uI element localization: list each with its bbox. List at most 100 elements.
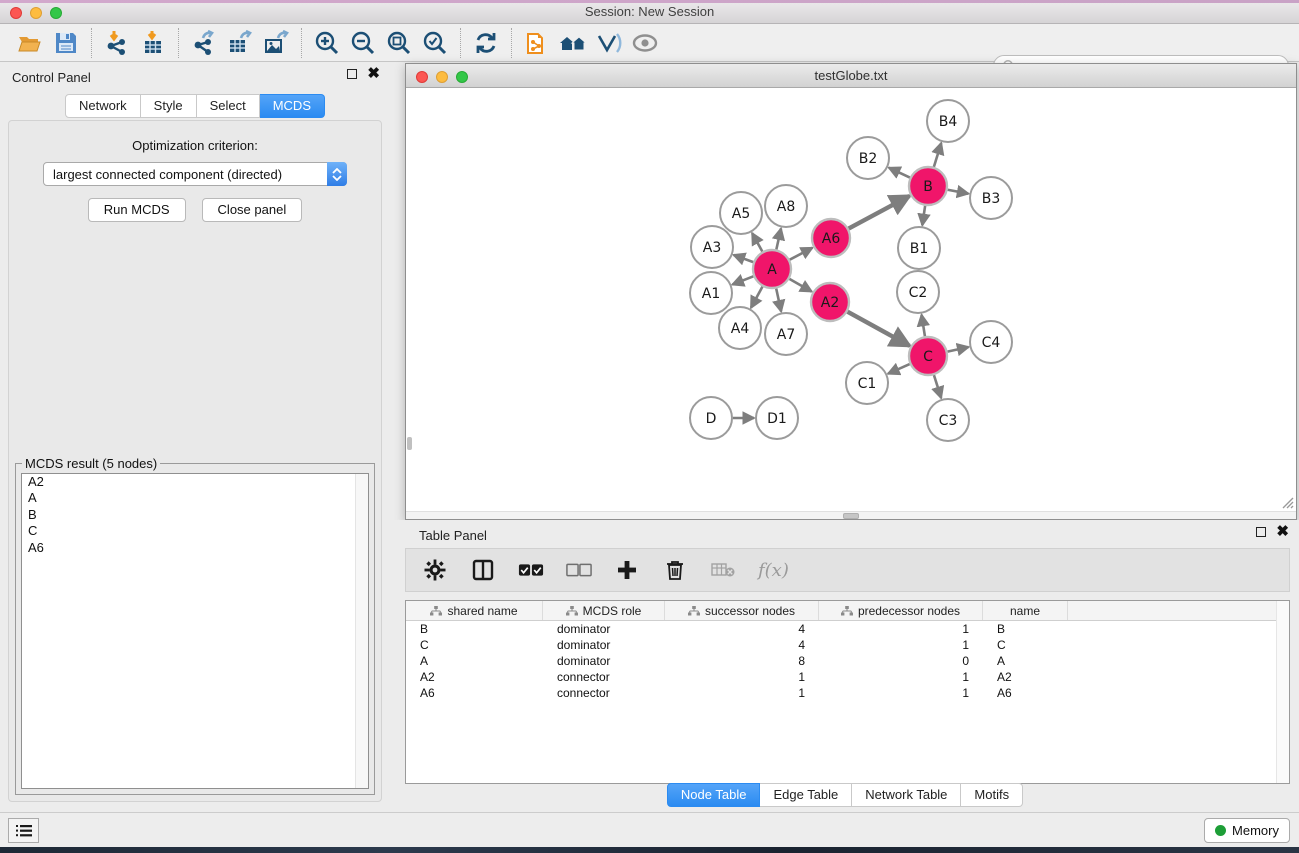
result-item[interactable]: A6: [22, 540, 368, 556]
settings-gear-icon[interactable]: [422, 557, 448, 583]
graph-edge-B-B4[interactable]: [934, 143, 941, 167]
cell-name[interactable]: C: [983, 638, 1068, 652]
home-icon[interactable]: [555, 27, 591, 59]
graph-edge-A-A4[interactable]: [751, 287, 762, 308]
cell-MCDS-role[interactable]: connector: [543, 670, 665, 684]
export-image-icon[interactable]: [258, 27, 294, 59]
table-row[interactable]: A6connector11A6: [406, 685, 1289, 701]
graph-edge-A6-B[interactable]: [849, 196, 910, 229]
graph-node-A4[interactable]: A4: [719, 307, 761, 349]
cell-predecessor-nodes[interactable]: 1: [819, 686, 983, 700]
graph-edge-C-C2[interactable]: [922, 315, 925, 337]
graph-node-C3[interactable]: C3: [927, 399, 969, 441]
graph-edge-B-B2[interactable]: [889, 168, 910, 178]
graph-edge-A-A7[interactable]: [776, 289, 781, 312]
cell-name[interactable]: B: [983, 622, 1068, 636]
cell-predecessor-nodes[interactable]: 1: [819, 670, 983, 684]
graph-edge-A-A3[interactable]: [734, 255, 754, 262]
zoom-out-icon[interactable]: [345, 27, 381, 59]
close-panel-button[interactable]: Close panel: [202, 198, 303, 222]
table-row[interactable]: Cdominator41C: [406, 637, 1289, 653]
column-header-predecessor-nodes[interactable]: predecessor nodes: [819, 601, 983, 620]
graph-node-C1[interactable]: C1: [846, 362, 888, 404]
hide-graphics-icon[interactable]: [591, 27, 627, 59]
cell-name[interactable]: A6: [983, 686, 1068, 700]
cell-shared-name[interactable]: A: [406, 654, 543, 668]
graph-edge-A2-C[interactable]: [848, 312, 910, 346]
graph-edge-A-A2[interactable]: [789, 279, 811, 292]
run-mcds-button[interactable]: Run MCDS: [88, 198, 186, 222]
graph-node-B[interactable]: B: [909, 167, 947, 205]
graph-node-B3[interactable]: B3: [970, 177, 1012, 219]
float-panel-icon[interactable]: [347, 69, 357, 79]
delete-column-icon[interactable]: [662, 557, 688, 583]
cell-MCDS-role[interactable]: dominator: [543, 638, 665, 652]
add-column-icon[interactable]: [614, 557, 640, 583]
network-canvas[interactable]: B4B2BB3A8A5A6A3B1AA1C2A2A4A7C4CC1C3DD1: [406, 88, 1296, 511]
deselect-all-icon[interactable]: [566, 557, 592, 583]
network-hscrollbar[interactable]: [406, 511, 1296, 519]
export-network-icon[interactable]: [186, 27, 222, 59]
close-panel-icon[interactable]: ✖: [367, 69, 380, 79]
node-table[interactable]: shared nameMCDS rolesuccessor nodesprede…: [405, 600, 1290, 784]
graph-edge-B-B3[interactable]: [948, 190, 969, 194]
result-list-scrollbar[interactable]: [355, 474, 368, 788]
import-table-icon[interactable]: [135, 27, 171, 59]
cell-predecessor-nodes[interactable]: 0: [819, 654, 983, 668]
network-hscroll-thumb[interactable]: [843, 513, 859, 519]
criterion-dropdown[interactable]: largest connected component (directed): [43, 162, 347, 186]
table-row[interactable]: Adominator80A: [406, 653, 1289, 669]
cell-successor-nodes[interactable]: 4: [665, 622, 819, 636]
graph-edge-C-C4[interactable]: [948, 347, 969, 352]
apply-layout-icon[interactable]: [468, 27, 504, 59]
cell-shared-name[interactable]: A6: [406, 686, 543, 700]
graph-node-B4[interactable]: B4: [927, 100, 969, 142]
table-row[interactable]: A2connector11A2: [406, 669, 1289, 685]
zoom-fit-icon[interactable]: [381, 27, 417, 59]
graph-edge-B-B1[interactable]: [922, 206, 925, 225]
cell-successor-nodes[interactable]: 1: [665, 686, 819, 700]
graph-node-A5[interactable]: A5: [720, 192, 762, 234]
new-network-icon[interactable]: [519, 27, 555, 59]
network-window-titlebar[interactable]: testGlobe.txt: [406, 64, 1296, 88]
show-panels-button[interactable]: [8, 818, 39, 843]
graph-node-A7[interactable]: A7: [765, 313, 807, 355]
graph-edge-C-C3[interactable]: [934, 375, 941, 398]
graph-node-A1[interactable]: A1: [690, 272, 732, 314]
result-item[interactable]: B: [22, 507, 368, 523]
tab-mcds[interactable]: MCDS: [260, 94, 325, 118]
cell-successor-nodes[interactable]: 1: [665, 670, 819, 684]
cell-predecessor-nodes[interactable]: 1: [819, 622, 983, 636]
cell-name[interactable]: A2: [983, 670, 1068, 684]
tab-node-table[interactable]: Node Table: [667, 783, 761, 807]
cell-successor-nodes[interactable]: 8: [665, 654, 819, 668]
cell-name[interactable]: A: [983, 654, 1068, 668]
memory-button[interactable]: Memory: [1204, 818, 1290, 843]
graph-node-B1[interactable]: B1: [898, 227, 940, 269]
cell-MCDS-role[interactable]: dominator: [543, 622, 665, 636]
zoom-selected-icon[interactable]: [417, 27, 453, 59]
mcds-result-list[interactable]: A2ABCA6: [21, 473, 369, 789]
network-vscroll-thumb[interactable]: [407, 437, 412, 450]
graph-edge-A-A8[interactable]: [776, 228, 781, 249]
show-graphics-icon[interactable]: [627, 27, 663, 59]
graph-edge-C-C1[interactable]: [888, 364, 910, 374]
float-table-panel-icon[interactable]: [1256, 527, 1266, 537]
graph-node-A3[interactable]: A3: [691, 226, 733, 268]
tab-network[interactable]: Network: [65, 94, 141, 118]
result-item[interactable]: A: [22, 490, 368, 506]
cell-successor-nodes[interactable]: 4: [665, 638, 819, 652]
tab-select[interactable]: Select: [197, 94, 260, 118]
import-network-icon[interactable]: [99, 27, 135, 59]
result-item[interactable]: C: [22, 523, 368, 539]
graph-node-A[interactable]: A: [753, 250, 791, 288]
column-header-shared-name[interactable]: shared name: [406, 601, 543, 620]
graph-edge-A-A6[interactable]: [790, 248, 813, 260]
open-session-icon[interactable]: [12, 27, 48, 59]
close-table-panel-icon[interactable]: ✖: [1276, 527, 1289, 537]
graph-node-D1[interactable]: D1: [756, 397, 798, 439]
column-header-name[interactable]: name: [983, 601, 1068, 620]
graph-node-A8[interactable]: A8: [765, 185, 807, 227]
tab-style[interactable]: Style: [141, 94, 197, 118]
cell-predecessor-nodes[interactable]: 1: [819, 638, 983, 652]
